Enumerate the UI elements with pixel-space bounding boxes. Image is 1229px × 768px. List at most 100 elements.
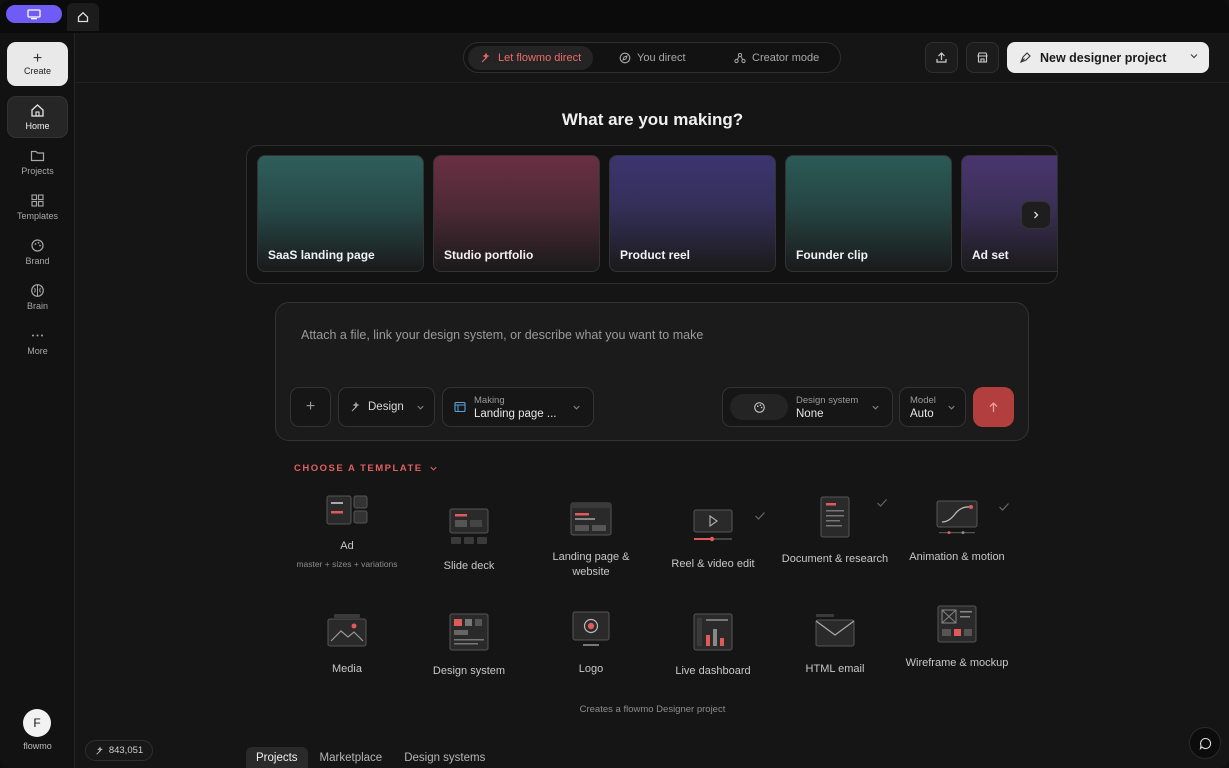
palette-icon	[31, 239, 44, 252]
create-button[interactable]: + Create	[7, 42, 68, 86]
prompt-input[interactable]: Attach a file, link your design system, …	[301, 328, 703, 342]
template-live-dashboard[interactable]: Live dashboard	[658, 613, 768, 679]
template-reel-video[interactable]: Reel & video edit	[658, 508, 768, 572]
starter-card-studio[interactable]: Studio portfolio	[433, 155, 600, 272]
template-animation[interactable]: Animation & motion	[902, 499, 1012, 565]
attach-button[interactable]: +	[290, 387, 331, 427]
starter-card-founder-clip[interactable]: Founder clip	[785, 155, 952, 272]
sidebar-item-brain[interactable]: Brain	[7, 276, 68, 318]
card-label: Studio portfolio	[444, 248, 534, 262]
chat-button[interactable]	[1189, 727, 1221, 759]
monitor-icon	[27, 8, 41, 19]
page-title: What are you making?	[561, 110, 744, 129]
logo-icon	[572, 611, 610, 646]
template-slide-deck[interactable]: Slide deck	[414, 508, 524, 574]
dashboard-icon	[693, 613, 733, 651]
chevron-down-icon	[872, 405, 879, 410]
mode-let-flowmo-direct[interactable]: Let flowmo direct	[468, 46, 594, 70]
nodes-icon	[734, 52, 746, 64]
sidebar-item-projects[interactable]: Projects	[7, 141, 68, 183]
card-label: Founder clip	[796, 248, 868, 262]
grid-icon	[31, 194, 44, 207]
sidebar-item-home[interactable]: Home	[7, 96, 68, 138]
template-media[interactable]: Media	[292, 613, 402, 677]
new-designer-project-button[interactable]: New designer project	[1007, 42, 1209, 73]
sparkle-icon	[96, 746, 103, 755]
sidebar-item-label: Home	[25, 121, 50, 131]
bottom-tab-bar: Projects Marketplace Design systems	[246, 747, 495, 768]
check-icon	[755, 512, 765, 520]
wireframe-icon	[937, 605, 977, 643]
prompt-composer: Attach a file, link your design system, …	[275, 302, 1029, 441]
making-dropdown[interactable]: Making Landing page ...	[442, 387, 594, 427]
document-icon	[820, 496, 850, 538]
model-dropdown[interactable]: Model Auto	[899, 387, 966, 427]
card-label: Product reel	[620, 248, 691, 262]
palette-icon	[753, 401, 765, 413]
template-html-email[interactable]: HTML email	[780, 613, 890, 677]
starter-card-carousel: SaaS landing page Studio portfolio Produ…	[246, 145, 1058, 284]
home-icon	[31, 104, 44, 117]
design-mode-dropdown[interactable]: Design	[338, 387, 435, 427]
check-icon	[999, 503, 1009, 511]
template-document[interactable]: Document & research	[780, 495, 890, 567]
starter-card-saas[interactable]: SaaS landing page	[257, 155, 424, 272]
store-button[interactable]	[966, 42, 999, 73]
sidebar-item-templates[interactable]: Templates	[7, 186, 68, 228]
mode-you-direct[interactable]: You direct	[607, 46, 698, 70]
video-icon	[693, 509, 733, 542]
brain-icon	[31, 284, 44, 297]
template-logo[interactable]: Logo	[536, 611, 646, 677]
send-button[interactable]	[973, 387, 1014, 427]
image-icon	[327, 614, 367, 647]
compass-icon	[619, 52, 631, 64]
sidebar-item-brand[interactable]: Brand	[7, 231, 68, 273]
chevron-down-icon	[948, 405, 955, 410]
sidebar-item-more[interactable]: More	[7, 321, 68, 363]
card-label: Ad set	[972, 248, 1009, 262]
check-icon	[877, 499, 887, 507]
carousel-next-button[interactable]	[1021, 201, 1051, 229]
plus-icon: +	[305, 398, 316, 415]
starter-card-product-reel[interactable]: Product reel	[609, 155, 776, 272]
sidebar-item-label: More	[27, 346, 48, 356]
store-icon	[977, 52, 988, 63]
credits-badge[interactable]: 843,051	[85, 740, 153, 761]
slide-deck-icon	[449, 508, 489, 544]
template-design-system[interactable]: Design system	[414, 613, 524, 679]
card-label: SaaS landing page	[268, 248, 375, 262]
motion-curve-icon	[936, 500, 978, 535]
user-name: flowmo	[23, 741, 52, 751]
layout-icon	[454, 401, 466, 413]
template-ad[interactable]: Ad master + sizes + variations	[292, 494, 402, 570]
chevron-down-icon	[417, 405, 424, 410]
tab-home[interactable]	[67, 3, 99, 31]
design-system-swatch	[730, 394, 788, 420]
mode-creator[interactable]: Creator mode	[722, 46, 831, 70]
design-system-dropdown[interactable]: Design system None	[722, 387, 893, 427]
sparkle-icon	[481, 52, 490, 63]
template-wireframe[interactable]: Wireframe & mockup	[902, 605, 1012, 671]
chevron-down-icon[interactable]	[1189, 51, 1199, 61]
sidebar-item-label: Brain	[26, 301, 48, 311]
folder-icon	[30, 150, 45, 162]
arrow-up-icon	[989, 401, 998, 412]
tab-strip	[0, 0, 1229, 33]
sidebar: + Create Home Projects Templates Brand B…	[0, 33, 75, 768]
tab-projects[interactable]: Projects	[246, 747, 308, 768]
main-area: Let flowmo direct You direct Creator mod…	[76, 33, 1229, 768]
app-switcher-chip[interactable]	[6, 5, 62, 23]
pen-tool-icon	[1020, 52, 1031, 63]
tab-marketplace[interactable]: Marketplace	[310, 747, 393, 768]
sidebar-item-label: Projects	[21, 166, 54, 176]
direction-mode-group: Let flowmo direct You direct Creator mod…	[463, 42, 841, 73]
chat-bubble-icon	[1199, 737, 1211, 750]
avatar[interactable]: F	[23, 709, 51, 737]
template-landing-page[interactable]: Landing page & website	[536, 501, 646, 580]
app-window: + Create Home Projects Templates Brand B…	[0, 0, 1229, 768]
sidebar-item-label: Brand	[25, 256, 50, 266]
choose-template-toggle[interactable]: CHOOSE A TEMPLATE	[294, 463, 438, 474]
upload-button[interactable]	[925, 42, 958, 73]
upload-icon	[936, 52, 947, 63]
tab-design-systems[interactable]: Design systems	[394, 747, 495, 768]
